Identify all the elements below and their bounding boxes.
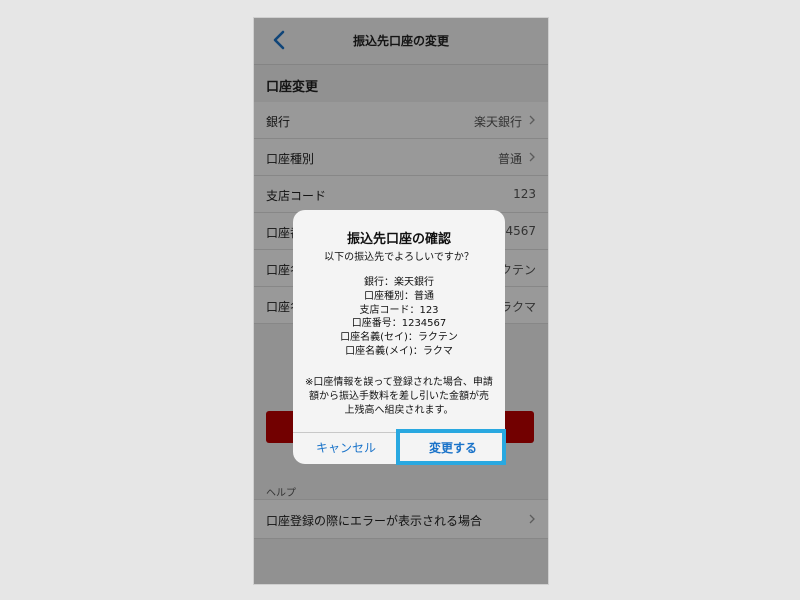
confirm-dialog: 振込先口座の確認 以下の振込先でよろしいですか？ 銀行：楽天銀行 口座種別：普通… (293, 210, 505, 464)
detail-branch-code: 支店コード：123 (359, 304, 439, 316)
confirm-change-button[interactable]: 変更する (400, 432, 506, 464)
detail-account-number: 口座番号：1234567 (351, 318, 447, 330)
detail-name-mei: 口座名義(メイ)：ラクマ (345, 345, 453, 357)
detail-account-type: 口座種別：普通 (364, 290, 434, 302)
detail-bank: 銀行：楽天銀行 (364, 277, 434, 288)
dialog-details: 銀行：楽天銀行 口座種別：普通 支店コード：123 口座番号：1234567 口… (293, 276, 505, 359)
dialog-warning: ※口座情報を誤って登録された場合、申請額から振込手数料を差し引いた金額が売上残高… (305, 377, 493, 416)
cancel-button[interactable]: キャンセル (293, 432, 399, 464)
dialog-title: 振込先口座の確認 (346, 232, 451, 247)
dialog-subtitle: 以下の振込先でよろしいですか？ (324, 252, 474, 263)
detail-name-sei: 口座名義(セイ)：ラクテン (340, 332, 458, 344)
